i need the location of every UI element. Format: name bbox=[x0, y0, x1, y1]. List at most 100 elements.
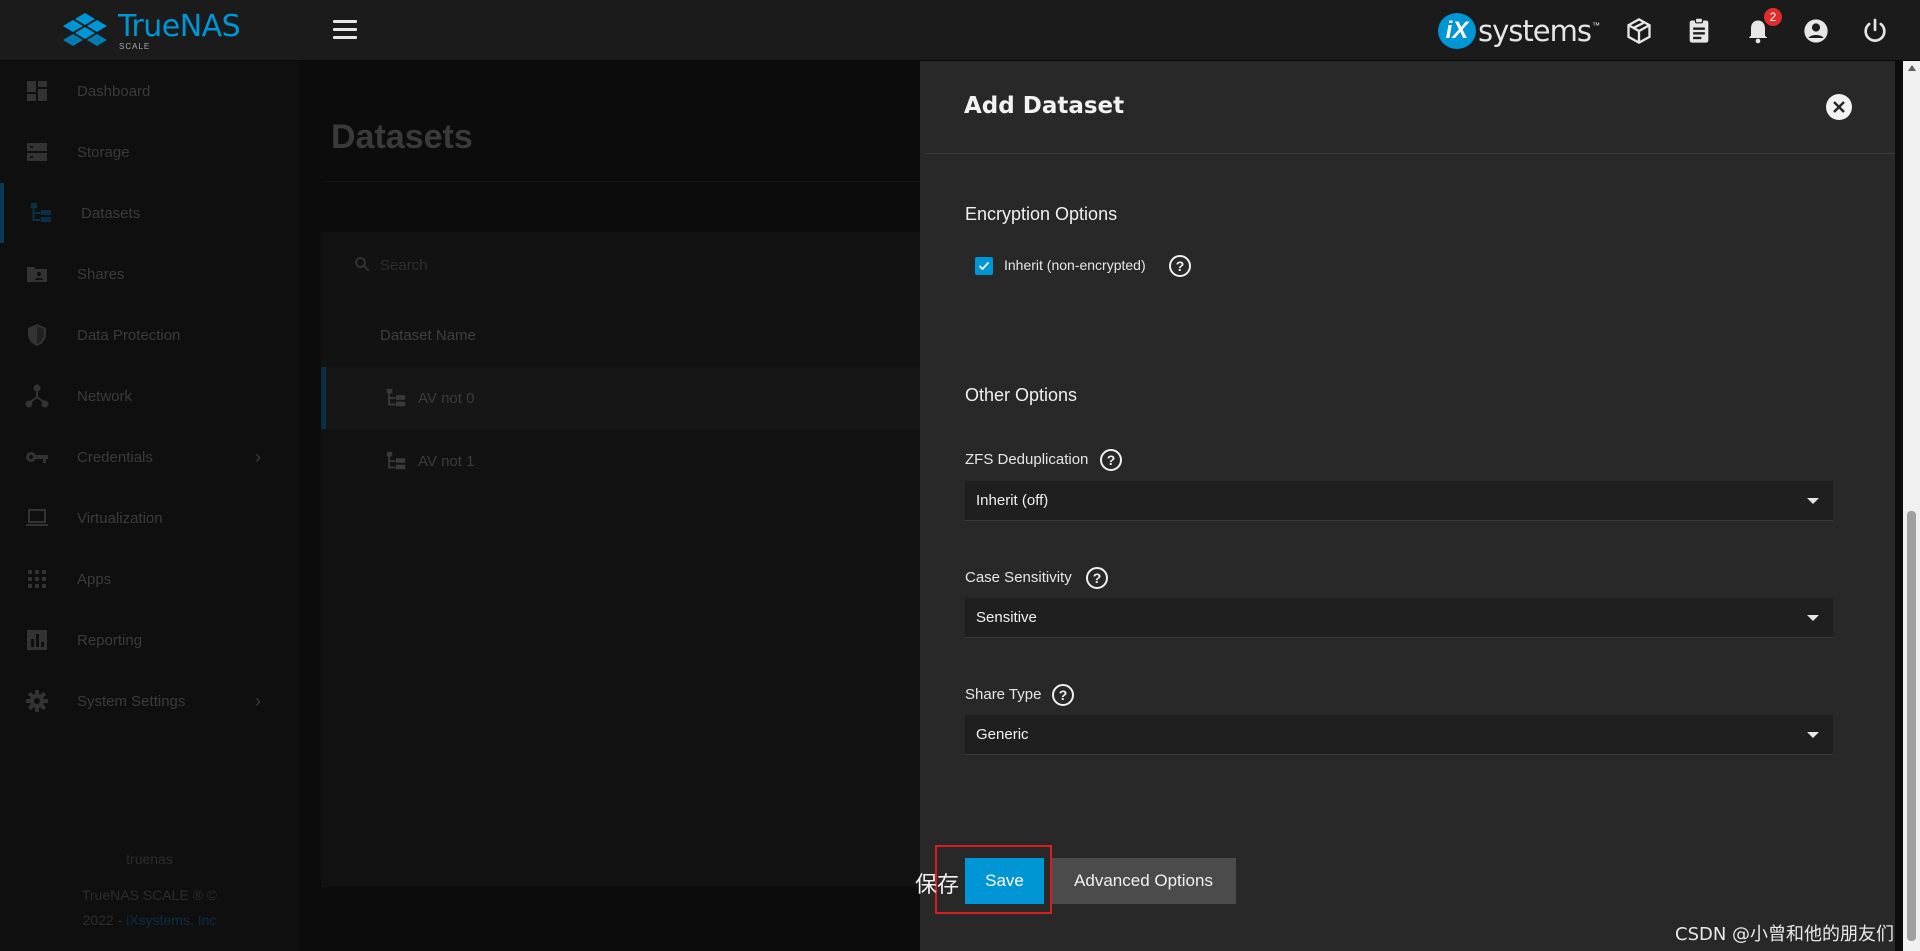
help-icon[interactable]: ? bbox=[1168, 254, 1192, 278]
divider bbox=[324, 181, 920, 182]
case-sensitivity-label: Case Sensitivity bbox=[965, 569, 1072, 586]
sidebar-item-reporting[interactable]: Reporting bbox=[0, 610, 299, 670]
account-icon[interactable] bbox=[1802, 17, 1830, 45]
ixsystems-link[interactable]: iXsystems, Inc bbox=[126, 912, 216, 928]
sidebar-item-data-protection[interactable]: Data Protection bbox=[0, 305, 299, 365]
chevron-right-icon: › bbox=[255, 446, 261, 467]
svg-text:?: ? bbox=[1176, 258, 1185, 274]
table-row[interactable] bbox=[321, 367, 920, 429]
sidebar-item-label: Reporting bbox=[77, 631, 143, 649]
sidebar-item-network[interactable]: Network bbox=[0, 366, 299, 426]
menu-toggle-icon[interactable] bbox=[333, 20, 357, 40]
sidebar-item-label: Storage bbox=[77, 143, 130, 161]
key-icon bbox=[26, 452, 48, 463]
dataset-tree-icon bbox=[31, 203, 51, 222]
sidebar-item-apps[interactable]: Apps bbox=[0, 549, 299, 609]
power-icon[interactable] bbox=[1861, 17, 1889, 45]
sidebar-item-label: Virtualization bbox=[77, 509, 163, 527]
sidebar-item-datasets[interactable]: Datasets bbox=[0, 183, 299, 243]
watermark: CSDN @小曾和他的朋友们 bbox=[1675, 924, 1895, 945]
ix-text: systems bbox=[1478, 14, 1592, 48]
dataset-name[interactable]: AV not 1 bbox=[418, 453, 474, 470]
sidebar-item-label: Credentials bbox=[77, 448, 153, 466]
dashboard-icon bbox=[27, 81, 47, 101]
ixsystems-logo[interactable]: iX systems ™ bbox=[1438, 13, 1600, 49]
checkmark-icon bbox=[978, 261, 990, 271]
dataset-tree-icon bbox=[386, 388, 406, 407]
case-sensitivity-value: Sensitive bbox=[976, 609, 1037, 626]
shield-icon bbox=[28, 324, 46, 346]
sidebar-item-shares[interactable]: Shares bbox=[0, 244, 299, 304]
sidebar-item-label: Shares bbox=[77, 265, 125, 283]
sidebar-item-label: Network bbox=[77, 387, 133, 405]
apps-grid-icon bbox=[28, 570, 46, 588]
scrollbar-thumb[interactable] bbox=[1907, 511, 1916, 941]
laptop-icon bbox=[26, 509, 48, 526]
share-type-select[interactable]: Generic bbox=[965, 715, 1833, 755]
page-title: Datasets bbox=[331, 118, 473, 156]
dropdown-arrow-icon bbox=[1807, 615, 1819, 621]
close-icon bbox=[1833, 101, 1845, 113]
notification-badge: 2 bbox=[1764, 8, 1782, 26]
sidebar-item-label: Data Protection bbox=[77, 326, 181, 344]
chevron-right-icon: › bbox=[255, 690, 261, 711]
ix-trademark: ™ bbox=[1591, 20, 1600, 30]
sidebar-item-label: Apps bbox=[77, 570, 112, 588]
hostname: truenas bbox=[126, 851, 173, 867]
gear-icon bbox=[26, 690, 48, 712]
truenas-logo-icon bbox=[63, 13, 107, 46]
zfs-dedup-label: ZFS Deduplication bbox=[965, 451, 1089, 468]
share-type-label: Share Type bbox=[965, 686, 1042, 703]
share-type-value: Generic bbox=[976, 726, 1029, 743]
annotation-label: 保存 bbox=[915, 873, 960, 898]
sidebar-item-label: Dashboard bbox=[77, 82, 151, 100]
scroll-up-arrow-icon[interactable] bbox=[1908, 65, 1916, 71]
sidebar-item-label: Datasets bbox=[81, 204, 141, 222]
bar-chart-icon bbox=[27, 630, 47, 650]
sidebar-item-virtualization[interactable]: Virtualization bbox=[0, 488, 299, 548]
zfs-dedup-value: Inherit (off) bbox=[976, 492, 1049, 509]
encryption-section-title: Encryption Options bbox=[965, 204, 1118, 224]
svg-text:?: ? bbox=[1107, 452, 1116, 468]
help-icon[interactable]: ? bbox=[1085, 566, 1109, 590]
truenas-logo[interactable]: TrueNAS SCALE bbox=[58, 10, 241, 52]
column-header-dataset-name[interactable]: Dataset Name bbox=[380, 327, 476, 344]
sidebar-item-credentials[interactable]: Credentials › bbox=[0, 427, 299, 487]
copyright-line-2: 2022 - iXsystems, Inc bbox=[0, 912, 299, 928]
panel-title: Add Dataset bbox=[964, 93, 1125, 119]
copyright-year: 2022 - bbox=[82, 912, 127, 928]
copyright-line: TrueNAS SCALE ® © bbox=[81, 887, 218, 903]
dropdown-arrow-icon bbox=[1807, 498, 1819, 504]
storage-icon bbox=[27, 143, 47, 161]
clipboard-icon[interactable] bbox=[1685, 17, 1713, 45]
inherit-encryption-label[interactable]: Inherit (non-encrypted) bbox=[1004, 257, 1146, 273]
svg-text:?: ? bbox=[1093, 570, 1102, 586]
search-icon bbox=[355, 257, 370, 272]
advanced-options-button[interactable]: Advanced Options bbox=[1051, 858, 1236, 904]
divider bbox=[925, 153, 1895, 154]
zfs-dedup-select[interactable]: Inherit (off) bbox=[965, 481, 1833, 521]
svg-text:?: ? bbox=[1059, 687, 1068, 703]
brand-edition: SCALE bbox=[119, 41, 151, 51]
dataset-name[interactable]: AV not 0 bbox=[418, 390, 474, 407]
dataset-tree-icon bbox=[386, 451, 406, 470]
help-icon[interactable]: ? bbox=[1051, 683, 1075, 707]
table-row[interactable] bbox=[321, 430, 920, 492]
inherit-encryption-checkbox[interactable] bbox=[975, 257, 993, 275]
shares-icon bbox=[27, 267, 47, 282]
ix-mark: iX bbox=[1438, 13, 1476, 49]
sidebar-item-system-settings[interactable]: System Settings › bbox=[0, 671, 299, 731]
close-button[interactable] bbox=[1826, 94, 1852, 120]
case-sensitivity-select[interactable]: Sensitive bbox=[965, 598, 1833, 638]
sidebar-item-label: System Settings bbox=[77, 692, 186, 710]
dropdown-arrow-icon bbox=[1807, 732, 1819, 738]
scrollbar[interactable] bbox=[1903, 61, 1920, 951]
other-options-section-title: Other Options bbox=[965, 385, 1078, 405]
sidebar-item-dashboard[interactable]: Dashboard bbox=[0, 61, 299, 121]
top-toolbar: TrueNAS SCALE iX systems ™ 2 bbox=[0, 0, 1920, 61]
network-icon bbox=[25, 384, 49, 408]
help-icon[interactable]: ? bbox=[1099, 448, 1123, 472]
search-input[interactable] bbox=[378, 252, 682, 278]
truecommand-icon[interactable] bbox=[1625, 17, 1653, 45]
sidebar-item-storage[interactable]: Storage bbox=[0, 122, 299, 182]
